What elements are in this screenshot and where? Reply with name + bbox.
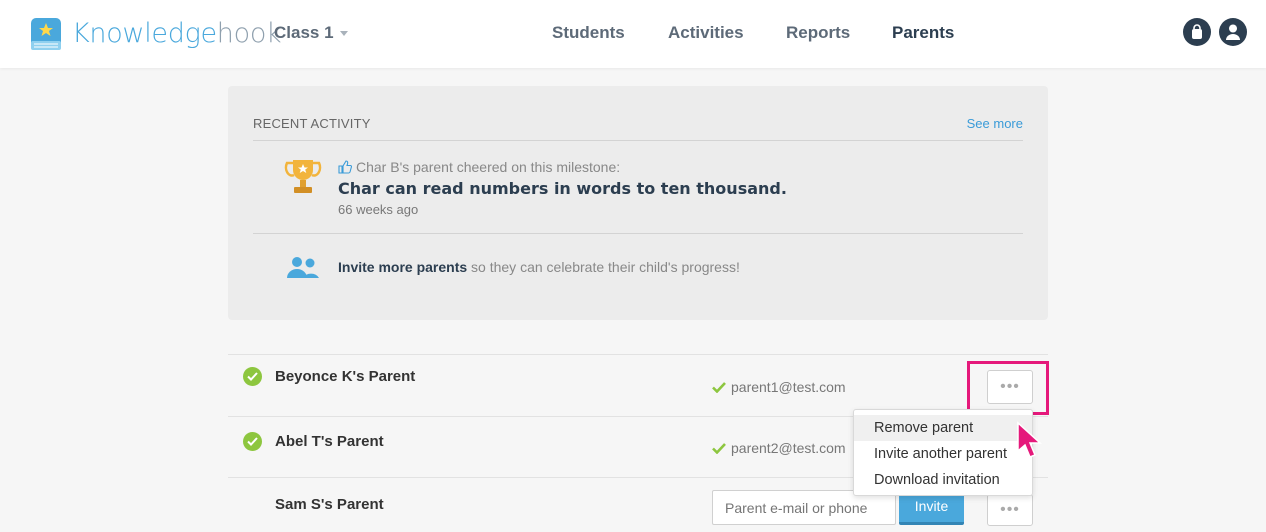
menu-item-download-invitation[interactable]: Download invitation — [854, 467, 1032, 493]
row-options-button[interactable]: ••• — [987, 494, 1033, 526]
brand-name-part2: hook — [216, 18, 282, 49]
nav-reports[interactable]: Reports — [786, 23, 850, 43]
checkmark-icon — [712, 381, 726, 393]
parent-email: parent2@test.com — [712, 440, 846, 456]
top-navigation-bar: Knowledgehook Class 1 Students Activitie… — [0, 0, 1266, 68]
verified-check-icon — [243, 432, 262, 451]
recent-activity-card: RECENT ACTIVITY See more Char B's parent… — [228, 86, 1048, 320]
class-selector-label: Class 1 — [274, 23, 334, 42]
divider — [253, 140, 1023, 141]
cheer-line: Char B's parent cheered on this mileston… — [338, 159, 620, 175]
parents-group-icon — [287, 257, 319, 278]
activity-timestamp: 66 weeks ago — [338, 202, 419, 217]
invite-more-parents-text: Invite more parents so they can celebrat… — [338, 259, 740, 275]
brand-name[interactable]: Knowledgehook — [72, 18, 282, 49]
see-more-link[interactable]: See more — [967, 116, 1023, 131]
pointer-cursor-icon — [1017, 421, 1042, 458]
menu-item-invite-another-parent[interactable]: Invite another parent — [854, 441, 1032, 467]
nav-students[interactable]: Students — [552, 23, 625, 43]
store-bag-icon[interactable] — [1183, 18, 1211, 46]
nav-activities[interactable]: Activities — [668, 23, 744, 43]
cheer-text: Char B's parent cheered on this mileston… — [356, 159, 621, 175]
invite-more-parents-bold[interactable]: Invite more parents — [338, 259, 467, 275]
row-options-menu: Remove parent Invite another parent Down… — [853, 409, 1033, 496]
class-selector[interactable]: Class 1 — [274, 23, 348, 43]
invite-more-parents-rest: so they can celebrate their child's prog… — [467, 259, 740, 275]
brand-name-part1: Knowledge — [72, 18, 217, 49]
chevron-down-icon — [339, 30, 348, 36]
menu-item-remove-parent[interactable]: Remove parent — [854, 415, 1032, 441]
divider — [253, 233, 1023, 234]
knowledgehook-logo-icon[interactable] — [30, 17, 62, 51]
parent-email-text: parent2@test.com — [731, 440, 846, 456]
checkmark-icon — [712, 442, 726, 454]
parent-name: Beyonce K's Parent — [275, 368, 416, 385]
trophy-icon — [284, 160, 322, 193]
parent-email-text: parent1@test.com — [731, 379, 846, 395]
user-account-icon[interactable] — [1219, 18, 1247, 46]
parent-row: Beyonce K's Parent parent1@test.com — [228, 354, 1048, 416]
verified-check-icon — [243, 367, 262, 386]
parent-name: Abel T's Parent — [275, 433, 384, 450]
highlight-box — [967, 361, 1049, 415]
parent-name: Sam S's Parent — [275, 496, 384, 513]
nav-parents[interactable]: Parents — [892, 23, 954, 43]
recent-activity-heading: RECENT ACTIVITY — [253, 116, 371, 131]
milestone-text: Char can read numbers in words to ten th… — [338, 179, 787, 198]
parent-email: parent1@test.com — [712, 379, 846, 395]
thumbs-up-icon — [338, 160, 352, 174]
